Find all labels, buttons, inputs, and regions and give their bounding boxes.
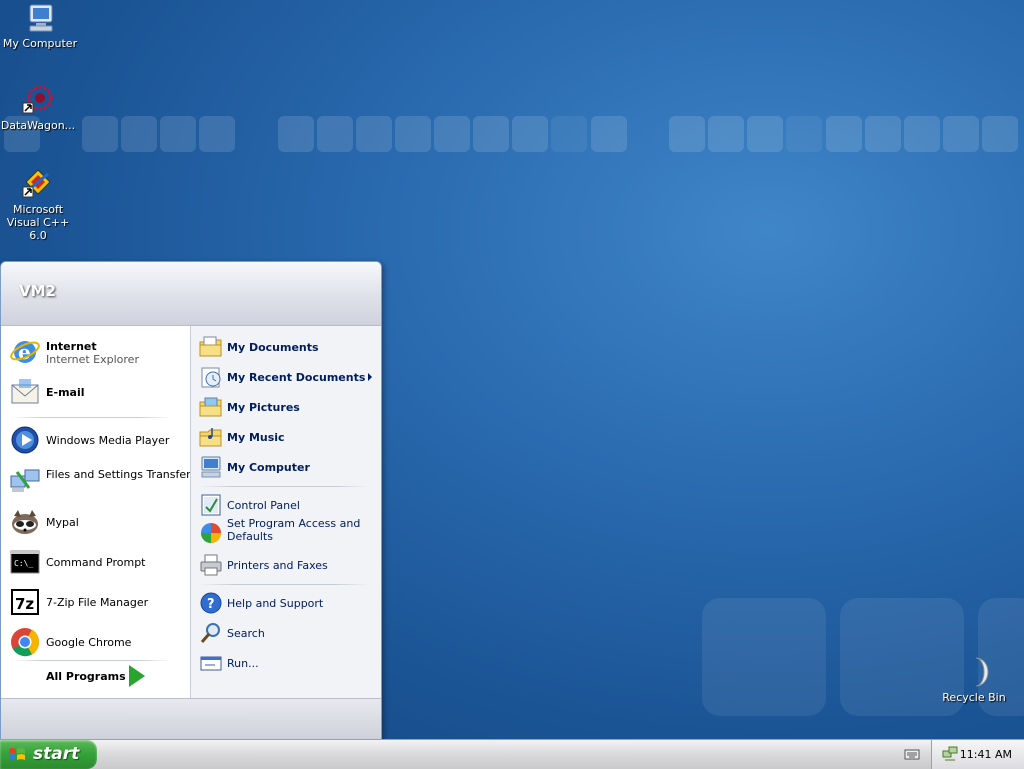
start-item-label: Command Prompt xyxy=(46,556,146,569)
system-label: Printers and Faxes xyxy=(227,559,328,572)
all-programs-arrow-icon xyxy=(129,665,145,687)
start-item-mypal[interactable]: Mypal xyxy=(1,506,190,538)
all-programs-label: All Programs xyxy=(46,670,126,683)
start-button-label: start xyxy=(33,744,80,764)
system-label: Control Panel xyxy=(227,499,300,512)
desktop-icon-label: Microsoft Visual C++ 6.0 xyxy=(6,203,70,242)
place-my-music[interactable]: My Music xyxy=(191,425,381,449)
keyboard-icon[interactable] xyxy=(904,747,920,761)
printer-icon xyxy=(199,553,223,577)
place-label: My Recent Documents xyxy=(227,371,366,384)
clock[interactable]: 11:41 AM xyxy=(960,748,1012,761)
svg-text:C:\_: C:\_ xyxy=(14,559,33,568)
user-name: VM2 xyxy=(19,282,56,300)
start-menu-programs: e Internet Internet Explorer E-mail Wind… xyxy=(1,326,232,698)
start-item-subtitle: Internet Explorer xyxy=(46,353,139,366)
help-label: Run... xyxy=(227,657,259,670)
recycle-bin-icon xyxy=(958,656,990,688)
start-item-label: Windows Media Player xyxy=(46,434,170,447)
transfer-wizard-icon xyxy=(9,464,41,496)
start-item-label: 7-Zip File Manager xyxy=(46,596,149,609)
internet-explorer-icon: e xyxy=(9,336,41,368)
start-item-command-prompt[interactable]: C:\_ Command Prompt xyxy=(1,546,190,578)
start-menu-places: My Documents My Recent Documents My Pict… xyxy=(190,326,381,698)
start-item-transfer-wizard[interactable]: Files and Settings Transfer Wizard xyxy=(1,464,232,498)
submenu-arrow-icon xyxy=(368,373,372,381)
visual-cpp-icon xyxy=(22,168,54,200)
system-printers[interactable]: Printers and Faxes xyxy=(191,553,381,577)
separator xyxy=(199,486,369,487)
control-panel-icon xyxy=(199,493,223,517)
svg-text:?: ? xyxy=(207,597,215,612)
mypal-icon xyxy=(9,506,41,538)
start-item-title: E-mail xyxy=(46,386,85,399)
chrome-icon xyxy=(9,626,41,658)
svg-text:7z: 7z xyxy=(15,595,34,613)
desktop-icon-visual-cpp[interactable]: Microsoft Visual C++ 6.0 xyxy=(0,168,78,242)
place-my-computer[interactable]: My Computer xyxy=(191,455,381,479)
datawagon-icon xyxy=(22,84,54,116)
all-programs-button[interactable]: All Programs xyxy=(1,661,190,693)
start-button[interactable]: start xyxy=(0,740,97,769)
system-label: Set Program Access and Defaults xyxy=(227,517,361,543)
search-item[interactable]: Search xyxy=(191,621,381,645)
my-computer-icon xyxy=(199,455,223,479)
desktop-icon-datawagon[interactable]: DataWagon... xyxy=(0,84,78,132)
start-item-media-player[interactable]: Windows Media Player xyxy=(1,424,190,456)
search-icon xyxy=(199,621,223,645)
place-label: My Pictures xyxy=(227,401,300,414)
help-label: Search xyxy=(227,627,265,640)
desktop-wallpaper-tiles xyxy=(0,116,1024,156)
start-item-chrome[interactable]: Google Chrome xyxy=(1,626,190,658)
start-item-title: Internet xyxy=(46,340,97,353)
start-item-7zip[interactable]: 7z 7-Zip File Manager xyxy=(1,586,190,618)
email-icon xyxy=(9,376,41,408)
desktop-icon-label: DataWagon... xyxy=(0,119,76,132)
program-defaults-icon xyxy=(199,521,223,545)
separator xyxy=(11,417,171,418)
start-item-label: Google Chrome xyxy=(46,636,132,649)
start-menu-body: e Internet Internet Explorer E-mail Wind… xyxy=(1,326,381,698)
windows-flag-icon xyxy=(8,746,26,763)
place-label: My Music xyxy=(227,431,285,444)
taskbar: start 11:41 AM xyxy=(0,739,1024,769)
desktop-icon-my-computer[interactable]: My Computer xyxy=(0,2,80,50)
network-icon[interactable] xyxy=(942,746,958,762)
media-player-icon xyxy=(9,424,41,456)
system-control-panel[interactable]: Control Panel xyxy=(191,493,381,517)
place-my-documents[interactable]: My Documents xyxy=(191,335,381,359)
system-program-defaults[interactable]: Set Program Access and Defaults xyxy=(191,517,381,547)
start-menu: VM2 e Internet Internet Explorer E-mail xyxy=(0,261,382,741)
start-item-email[interactable]: E-mail xyxy=(1,376,190,410)
run-item[interactable]: Run... xyxy=(191,651,381,675)
help-and-support[interactable]: ? Help and Support xyxy=(191,591,381,615)
start-menu-footer xyxy=(1,698,381,740)
place-label: My Computer xyxy=(227,461,310,474)
desktop-icon-label: Recycle Bin xyxy=(942,691,1006,704)
my-computer-icon xyxy=(24,2,56,34)
desktop-icon-recycle-bin[interactable]: Recycle Bin xyxy=(934,656,1014,704)
start-menu-header: VM2 xyxy=(1,262,381,326)
place-recent-documents[interactable]: My Recent Documents xyxy=(191,365,381,389)
command-prompt-icon: C:\_ xyxy=(9,546,41,578)
my-music-icon xyxy=(199,425,223,449)
wallpaper-shape xyxy=(702,598,826,716)
start-item-label: Mypal xyxy=(46,516,79,529)
separator xyxy=(199,584,369,585)
my-documents-icon xyxy=(199,335,223,359)
7zip-icon: 7z xyxy=(9,586,41,618)
start-item-internet[interactable]: e Internet Internet Explorer xyxy=(1,336,190,370)
run-icon xyxy=(199,651,223,675)
place-label: My Documents xyxy=(227,341,319,354)
help-icon: ? xyxy=(199,591,223,615)
desktop-icon-label: My Computer xyxy=(2,37,78,50)
recent-documents-icon xyxy=(199,365,223,389)
help-label: Help and Support xyxy=(227,597,324,610)
place-my-pictures[interactable]: My Pictures xyxy=(191,395,381,419)
my-pictures-icon xyxy=(199,395,223,419)
system-tray: 11:41 AM xyxy=(931,740,1024,769)
